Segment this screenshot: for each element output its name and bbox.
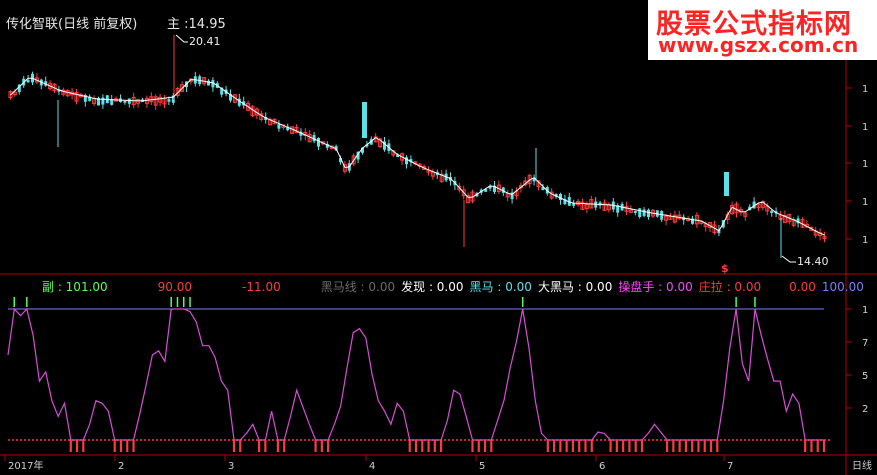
indicator-tick-label: 1 [862, 305, 868, 316]
legend-item: 庄拉 : 0.00 [698, 280, 762, 294]
indicator-line [7, 307, 824, 441]
watermark-logo: 股票公式指标网 www.gszx.com.cn [648, 0, 877, 60]
candle-body [633, 210, 637, 213]
indicator-tick-label: 5 [862, 371, 868, 382]
x-axis-corner-label: 日线 [852, 459, 872, 472]
x-tick-label: 7 [727, 461, 733, 472]
x-tick-label: 2017年 [8, 459, 43, 472]
stock-chart-window: 1 1 1 1 1 1 7 5 2 2017年 2 3 4 5 6 7 日线 20.41 14.40 $ 传化智联(日… [0, 0, 877, 475]
indicator-tick-label: 2 [862, 404, 868, 415]
page-title: 传化智联(日线 前复权) [6, 17, 138, 32]
x-tick-label: 3 [228, 461, 234, 472]
candle-body-spike [362, 102, 367, 138]
legend-item: 发现 : 0.00 [401, 280, 464, 294]
indicator-tick-label: 7 [862, 338, 868, 349]
indicator-legend: 副 : 101.00 90.00 -11.00 黑马线 : 0.00 发现 : 0.00… [36, 278, 864, 295]
legend-item: 黑马线 : 0.00 [320, 280, 396, 294]
candle-body [26, 79, 30, 83]
low-pointer [781, 255, 796, 263]
legend-item: 副 : 101.00 [42, 280, 108, 294]
legend-item: 黑马 : 0.00 [469, 280, 532, 294]
x-tick-label: 4 [369, 461, 375, 472]
candle-body [647, 209, 650, 218]
legend-item: 90.00 [157, 280, 193, 294]
low-price-label: 14.40 [797, 255, 829, 268]
legend-item: 操盘手 : 0.00 [618, 280, 693, 294]
price-tick-label: 1 [862, 197, 868, 208]
legend-item: 大黑马 : 0.00 [537, 280, 613, 294]
watermark-url: www.gszx.com.cn [658, 33, 859, 57]
legend-item: -11.00 [242, 280, 281, 294]
candle-body [638, 208, 642, 217]
candle-body [660, 211, 664, 220]
signal-marker: $ [721, 262, 729, 275]
price-tick-label: 1 [862, 235, 868, 246]
price-tick-label: 1 [862, 159, 868, 170]
candle-body [317, 137, 320, 147]
candle-body [277, 124, 281, 129]
x-tick-label: 5 [479, 461, 485, 472]
legend-item: 100.00 [821, 280, 864, 294]
high-price-label: 20.41 [189, 35, 221, 48]
main-label: 主 [167, 17, 181, 32]
candle-body [123, 100, 127, 103]
candle-body [642, 209, 646, 216]
x-tick-label: 2 [118, 461, 124, 472]
legend-item: 0.00 [789, 280, 816, 294]
price-tick-label: 1 [862, 84, 868, 95]
candle-body [127, 98, 131, 104]
x-tick-label: 6 [599, 461, 605, 472]
candle-body [167, 99, 171, 102]
price-tick-label: 1 [862, 122, 868, 133]
candle-body [770, 210, 774, 214]
chart-canvas[interactable]: 1 1 1 1 1 1 7 5 2 2017年 2 3 4 5 6 7 日线 20.41 14.40 $ [0, 0, 877, 475]
candle-body [101, 97, 105, 105]
candle-body-spike [724, 172, 729, 196]
high-pointer [175, 34, 188, 43]
main-separator: : [180, 17, 189, 32]
main-value: 14.95 [188, 17, 226, 32]
main-indicator-readout: 主 :14.95 [167, 13, 226, 32]
